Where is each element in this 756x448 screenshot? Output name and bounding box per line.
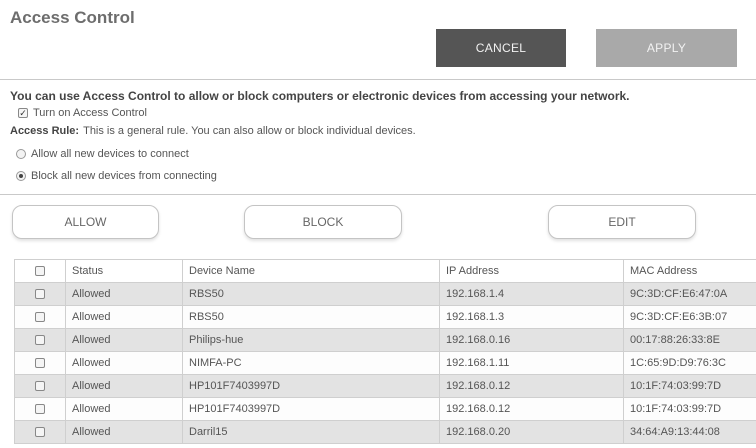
mac-address-cell: 10:1F:74:03:99:7D xyxy=(623,397,756,421)
allow-all-option[interactable]: Allow all new devices to connect xyxy=(16,148,189,160)
table-row[interactable]: Allowed NIMFA-PC 192.168.1.11 1C:65:9D:D… xyxy=(14,351,756,375)
page-title: Access Control xyxy=(10,8,135,27)
status-cell: Allowed xyxy=(65,397,183,421)
intro-text: You can use Access Control to allow or b… xyxy=(10,89,630,103)
block-all-radio[interactable] xyxy=(16,171,26,181)
ip-address-cell: 192.168.1.3 xyxy=(439,305,624,329)
device-name-cell: Philips-hue xyxy=(182,328,440,352)
turn-on-access-control[interactable]: ✓ Turn on Access Control xyxy=(18,107,147,119)
mac-address-cell: 9C:3D:CF:E6:3B:07 xyxy=(623,305,756,329)
ip-address-cell: 192.168.0.20 xyxy=(439,420,624,444)
row-checkbox-cell xyxy=(14,420,66,444)
access-rule-text: This is a general rule. You can also all… xyxy=(83,125,416,137)
table-row[interactable]: Allowed HP101F7403997D 192.168.0.12 10:1… xyxy=(14,397,756,421)
block-all-option[interactable]: Block all new devices from connecting xyxy=(16,170,217,182)
mac-address-cell: 00:17:88:26:33:8E xyxy=(623,328,756,352)
device-name-cell: HP101F7403997D xyxy=(182,397,440,421)
mac-address-cell: 10:1F:74:03:99:7D xyxy=(623,374,756,398)
row-checkbox-cell xyxy=(14,397,66,421)
table-row[interactable]: Allowed RBS50 192.168.1.4 9C:3D:CF:E6:47… xyxy=(14,282,756,306)
row-checkbox[interactable] xyxy=(35,427,45,438)
row-checkbox-cell xyxy=(14,351,66,375)
row-checkbox[interactable] xyxy=(35,312,45,323)
allow-all-label: Allow all new devices to connect xyxy=(31,148,189,160)
device-name-cell: HP101F7403997D xyxy=(182,374,440,398)
access-rule: Access Rule: This is a general rule. You… xyxy=(10,125,416,137)
device-name-header: Device Name xyxy=(182,259,440,283)
ip-address-cell: 192.168.0.12 xyxy=(439,397,624,421)
mac-address-cell: 9C:3D:CF:E6:47:0A xyxy=(623,282,756,306)
device-name-cell: RBS50 xyxy=(182,305,440,329)
table-row[interactable]: Allowed RBS50 192.168.1.3 9C:3D:CF:E6:3B… xyxy=(14,305,756,329)
row-checkbox[interactable] xyxy=(35,404,45,415)
status-cell: Allowed xyxy=(65,305,183,329)
status-cell: Allowed xyxy=(65,420,183,444)
ip-address-cell: 192.168.0.16 xyxy=(439,328,624,352)
edit-button[interactable]: EDIT xyxy=(548,205,696,239)
row-checkbox-cell xyxy=(14,374,66,398)
turn-on-checkbox[interactable]: ✓ xyxy=(18,108,28,118)
mac-address-cell: 1C:65:9D:D9:76:3C xyxy=(623,351,756,375)
apply-button[interactable]: APPLY xyxy=(596,29,737,67)
row-checkbox-cell xyxy=(14,282,66,306)
table-row[interactable]: Allowed Philips-hue 192.168.0.16 00:17:8… xyxy=(14,328,756,352)
row-checkbox[interactable] xyxy=(35,335,45,346)
ip-address-cell: 192.168.0.12 xyxy=(439,374,624,398)
select-all-checkbox[interactable] xyxy=(35,266,45,277)
device-name-cell: NIMFA-PC xyxy=(182,351,440,375)
row-checkbox-cell xyxy=(14,305,66,329)
mac-address-cell: 34:64:A9:13:44:08 xyxy=(623,420,756,444)
row-checkbox-cell xyxy=(14,328,66,352)
device-name-cell: RBS50 xyxy=(182,282,440,306)
allow-button[interactable]: ALLOW xyxy=(12,205,159,239)
status-cell: Allowed xyxy=(65,328,183,352)
allow-all-radio[interactable] xyxy=(16,149,26,159)
access-rule-label: Access Rule: xyxy=(10,125,80,137)
cancel-button[interactable]: CANCEL xyxy=(436,29,566,67)
select-all-cell xyxy=(14,259,66,283)
divider xyxy=(0,79,756,80)
block-all-label: Block all new devices from connecting xyxy=(31,170,217,182)
table-row[interactable]: Allowed Darril15 192.168.0.20 34:64:A9:1… xyxy=(14,420,756,444)
table-header-row: Status Device Name IP Address MAC Addres… xyxy=(14,259,756,283)
status-cell: Allowed xyxy=(65,282,183,306)
status-header: Status xyxy=(65,259,183,283)
status-cell: Allowed xyxy=(65,374,183,398)
mac-address-header: MAC Address xyxy=(623,259,756,283)
device-name-cell: Darril15 xyxy=(182,420,440,444)
divider xyxy=(0,194,756,195)
block-button[interactable]: BLOCK xyxy=(244,205,402,239)
row-checkbox[interactable] xyxy=(35,289,45,300)
ip-address-header: IP Address xyxy=(439,259,624,283)
row-checkbox[interactable] xyxy=(35,358,45,369)
radio-selected-dot xyxy=(19,174,23,178)
device-table: Status Device Name IP Address MAC Addres… xyxy=(14,259,756,444)
table-row[interactable]: Allowed HP101F7403997D 192.168.0.12 10:1… xyxy=(14,374,756,398)
turn-on-label: Turn on Access Control xyxy=(33,107,147,119)
row-checkbox[interactable] xyxy=(35,381,45,392)
ip-address-cell: 192.168.1.4 xyxy=(439,282,624,306)
status-cell: Allowed xyxy=(65,351,183,375)
ip-address-cell: 192.168.1.11 xyxy=(439,351,624,375)
